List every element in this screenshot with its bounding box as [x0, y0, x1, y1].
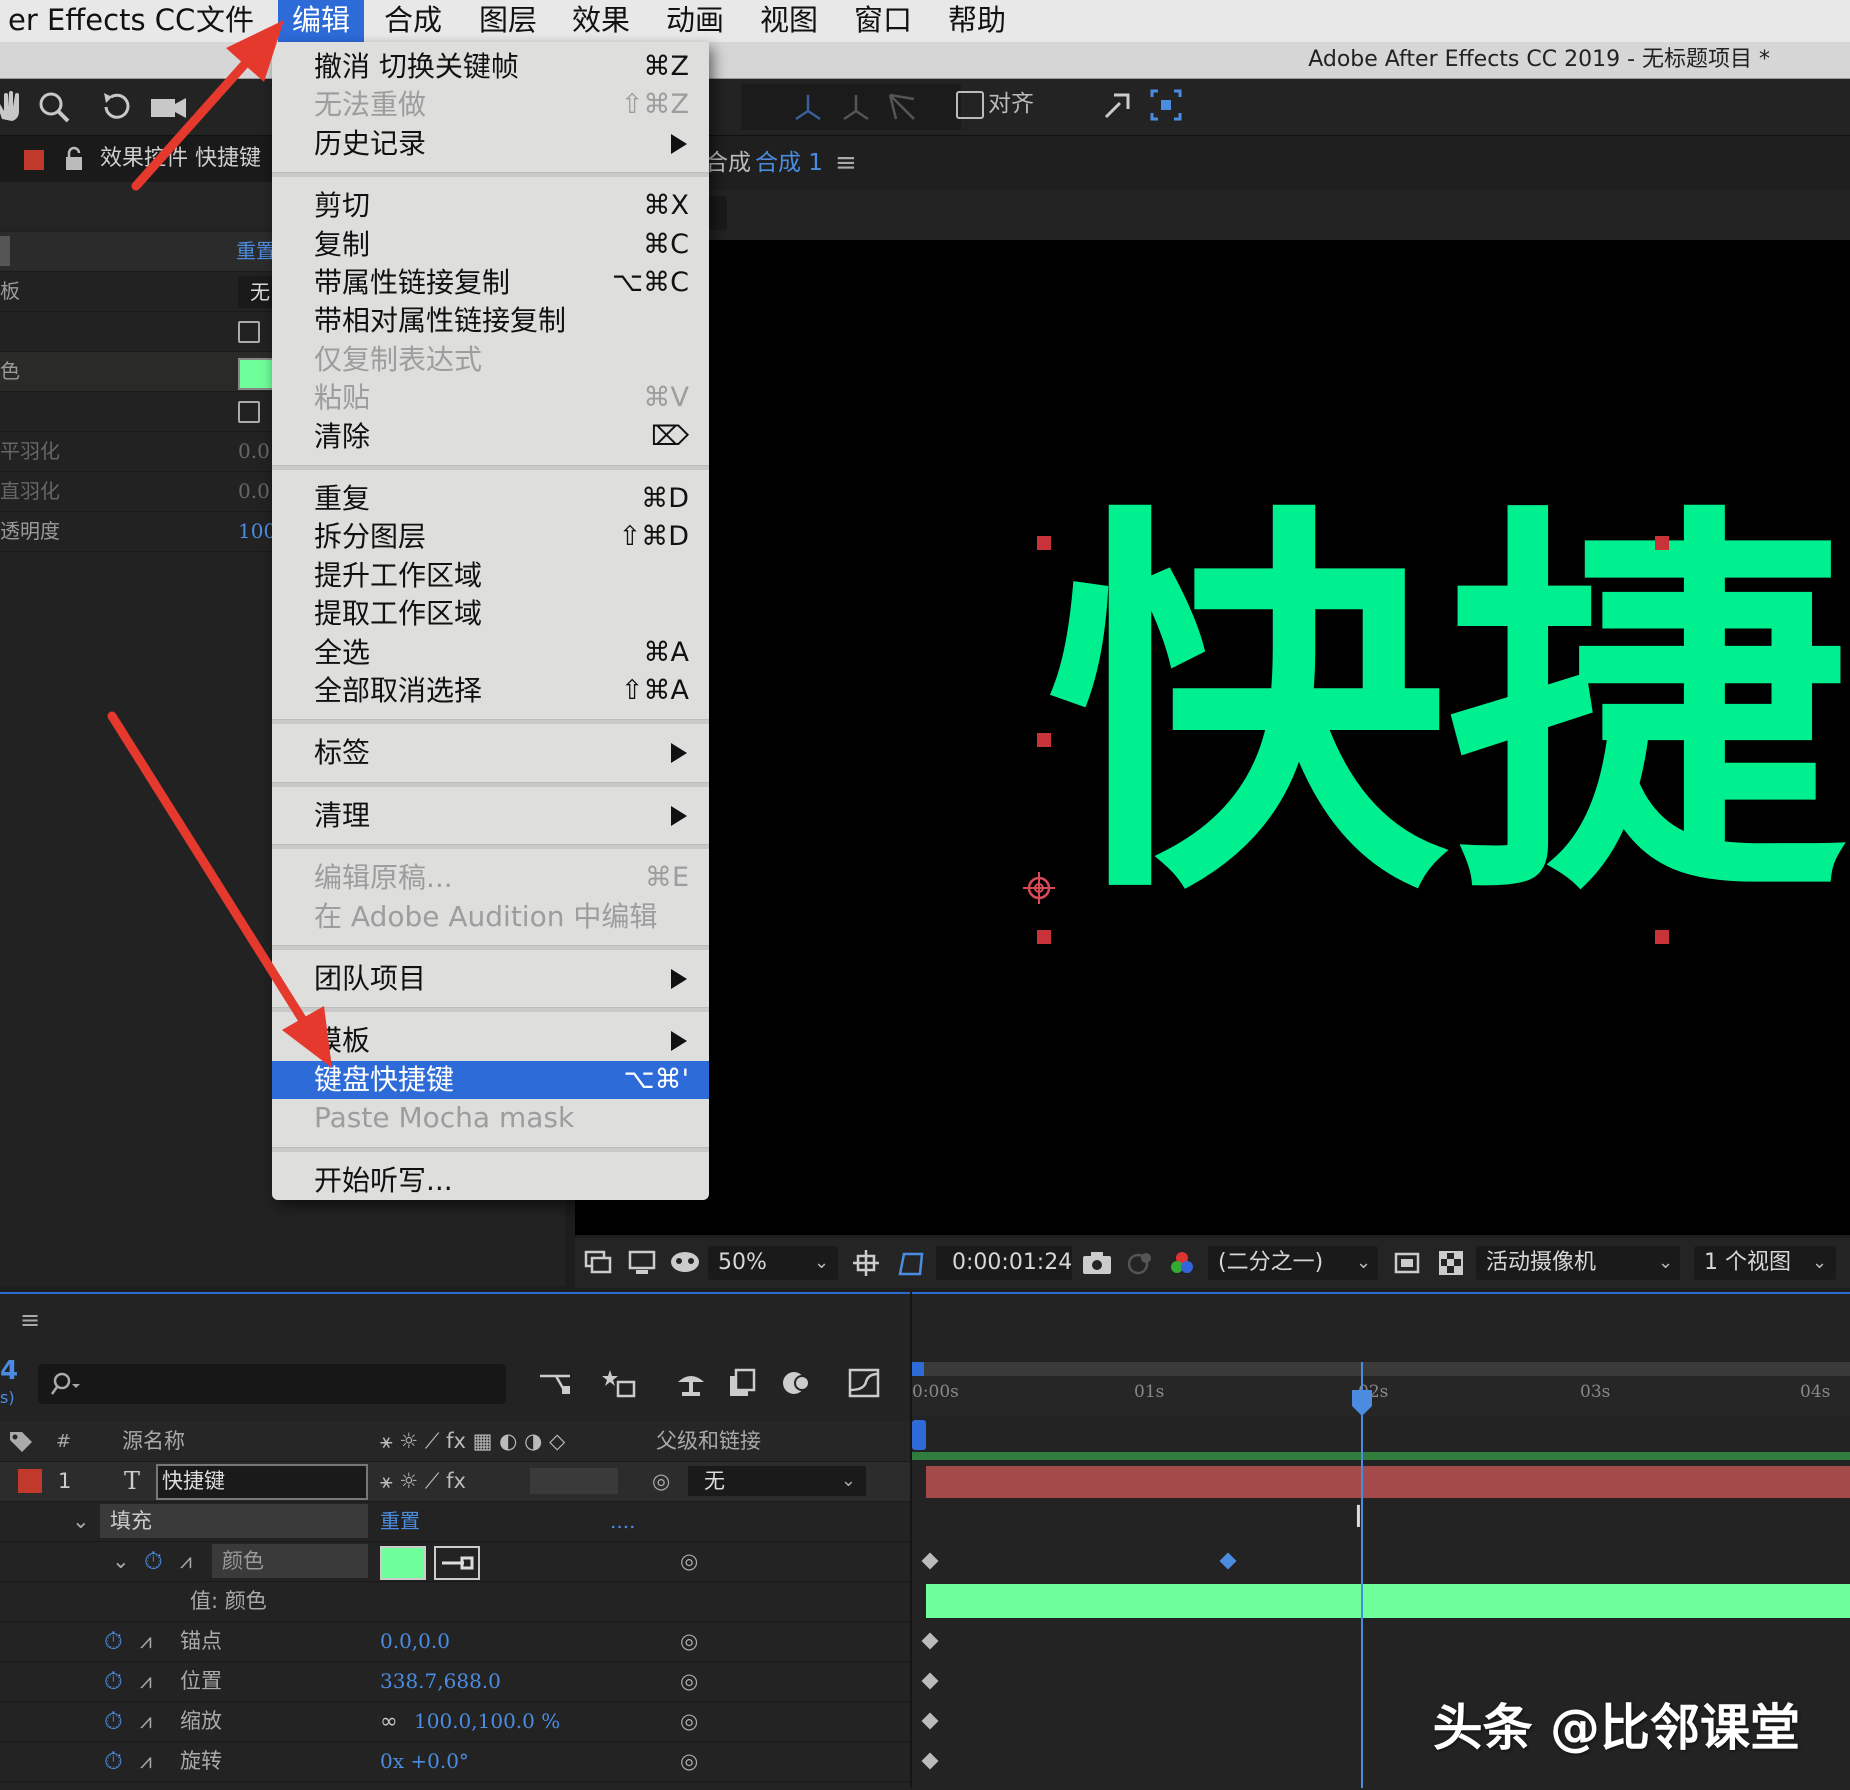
annotation-arrows [107, 20, 332, 1068]
watermark: 头条 @比邻课堂 [1432, 1699, 1800, 1757]
